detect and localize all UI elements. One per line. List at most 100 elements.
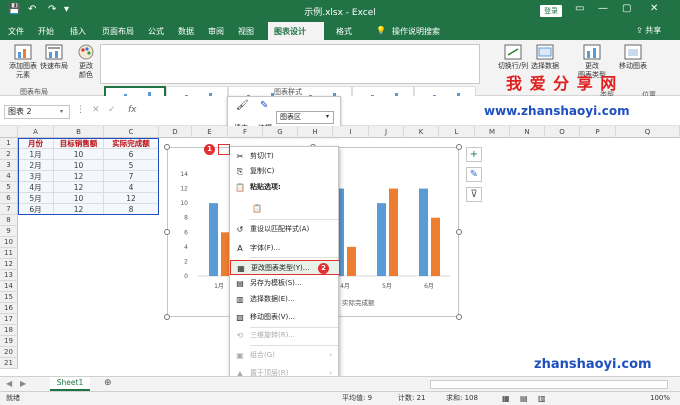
tab-view[interactable]: 视图 <box>238 26 254 37</box>
customize-qat-icon[interactable]: ▾ <box>64 4 69 15</box>
change-colors-button[interactable]: 更改 颜色 <box>74 44 98 80</box>
column-header[interactable]: L <box>439 126 475 138</box>
row-header[interactable]: 7 <box>0 204 18 215</box>
chart-bar[interactable] <box>419 188 428 276</box>
resize-handle[interactable] <box>456 229 462 235</box>
chart-bar[interactable] <box>377 203 386 276</box>
row-header[interactable]: 9 <box>0 226 18 237</box>
column-header[interactable]: E <box>192 126 228 138</box>
tell-me-search[interactable]: 操作说明搜索 <box>392 26 440 37</box>
sheet-tab-sheet1[interactable]: Sheet1 <box>50 377 90 391</box>
name-box-dropdown-icon[interactable]: ▾ <box>60 108 63 115</box>
column-header[interactable]: P <box>580 126 616 138</box>
page-layout-view-icon[interactable]: ▤ <box>520 392 528 405</box>
maximize-icon[interactable]: ▢ <box>622 3 631 14</box>
resize-handle[interactable] <box>456 144 462 150</box>
tab-file[interactable]: 文件 <box>8 26 24 37</box>
row-header[interactable]: 3 <box>0 160 18 171</box>
normal-view-icon[interactable]: ▦ <box>502 392 510 405</box>
column-header[interactable]: C <box>104 126 159 138</box>
share-button[interactable]: ⇪ 共享 <box>636 25 661 36</box>
resize-handle[interactable] <box>164 144 170 150</box>
tab-insert[interactable]: 插入 <box>70 26 86 37</box>
tab-review[interactable]: 审阅 <box>208 26 224 37</box>
cancel-icon[interactable]: ✕ <box>92 105 100 115</box>
menu-save-template[interactable]: ▤ 另存为模板(S)... <box>230 276 340 291</box>
column-header[interactable]: Q <box>616 126 680 138</box>
row-header[interactable]: 1 <box>0 138 18 149</box>
row-header[interactable]: 4 <box>0 171 18 182</box>
select-all-corner[interactable] <box>0 126 18 138</box>
tab-home[interactable]: 开始 <box>38 26 54 37</box>
login-button[interactable]: 登录 <box>540 5 562 17</box>
row-header[interactable]: 10 <box>0 237 18 248</box>
resize-handle[interactable] <box>164 229 170 235</box>
column-header[interactable]: O <box>545 126 580 138</box>
border-icon[interactable]: ✎ <box>260 100 268 111</box>
menu-copy[interactable]: ⎘ 复制(C) <box>230 164 340 179</box>
tab-formulas[interactable]: 公式 <box>148 26 164 37</box>
page-break-view-icon[interactable]: ▥ <box>538 392 546 405</box>
switch-row-column-button[interactable]: 切换行/列 <box>496 44 530 71</box>
menu-paste-options[interactable]: 📋 粘贴选项: <box>230 180 340 195</box>
save-icon[interactable]: 💾 <box>8 4 20 15</box>
row-header[interactable]: 16 <box>0 303 18 314</box>
column-header[interactable]: N <box>510 126 545 138</box>
select-data-button[interactable]: 选择数据 <box>528 44 562 71</box>
resize-handle[interactable] <box>164 314 170 320</box>
chart-bar[interactable] <box>389 188 398 276</box>
tab-page-layout[interactable]: 页面布局 <box>102 26 134 37</box>
row-header[interactable]: 13 <box>0 270 18 281</box>
minimize-icon[interactable]: — <box>598 3 608 14</box>
row-header[interactable]: 18 <box>0 325 18 336</box>
menu-move-chart[interactable]: ▧ 移动图表(V)... <box>230 310 340 325</box>
column-header[interactable]: K <box>404 126 439 138</box>
chart-elements-plus-icon[interactable]: + <box>466 147 482 162</box>
scroll-left-icon[interactable]: ◀ <box>6 379 12 388</box>
legend-label[interactable]: 实际完成额 <box>342 298 375 307</box>
column-header[interactable]: F <box>228 126 263 138</box>
menu-font[interactable]: A 字体(F)... <box>230 241 340 256</box>
row-header[interactable]: 17 <box>0 314 18 325</box>
row-header[interactable]: 8 <box>0 215 18 226</box>
ribbon-options-icon[interactable]: ▭ <box>575 3 584 14</box>
insert-function-icon[interactable]: fx <box>128 105 137 115</box>
chart-element-dropdown-icon[interactable]: ▾ <box>326 113 329 120</box>
redo-icon[interactable]: ↷ <box>48 4 56 15</box>
menu-select-data[interactable]: ▥ 选择数据(E)... <box>230 292 340 307</box>
close-icon[interactable]: ✕ <box>650 3 658 14</box>
row-header[interactable]: 21 <box>0 358 18 369</box>
column-header[interactable]: M <box>475 126 510 138</box>
row-header[interactable]: 11 <box>0 248 18 259</box>
resize-handle[interactable] <box>456 314 462 320</box>
scroll-right-icon[interactable]: ▶ <box>20 379 26 388</box>
menu-reset-style[interactable]: ↺ 重设以匹配样式(A) <box>230 222 340 237</box>
quick-layout-button[interactable]: 快速布局 <box>38 44 70 71</box>
chart-bar[interactable] <box>347 246 356 276</box>
row-header[interactable]: 2 <box>0 149 18 160</box>
row-header[interactable]: 20 <box>0 347 18 358</box>
tab-chart-design[interactable]: 图表设计 <box>268 22 324 40</box>
chart-styles-brush-icon[interactable]: ✎ <box>466 167 482 182</box>
tab-data[interactable]: 数据 <box>178 26 194 37</box>
menu-cut[interactable]: ✂ 剪切(T) <box>230 149 340 164</box>
undo-icon[interactable]: ↶ <box>28 4 36 15</box>
column-header[interactable]: G <box>263 126 298 138</box>
row-header[interactable]: 14 <box>0 281 18 292</box>
enter-icon[interactable]: ✓ <box>108 105 116 115</box>
column-header[interactable]: D <box>159 126 192 138</box>
chart-bar[interactable] <box>209 203 218 276</box>
column-header[interactable]: B <box>54 126 104 138</box>
add-chart-element-button[interactable]: 添加图表 元素 <box>6 44 40 80</box>
row-header[interactable]: 6 <box>0 193 18 204</box>
move-chart-button[interactable]: 移动图表 <box>616 44 650 71</box>
fill-icon[interactable]: 🖌 <box>236 100 249 111</box>
horizontal-scrollbar[interactable] <box>430 380 668 389</box>
column-header[interactable]: I <box>333 126 369 138</box>
column-header[interactable]: H <box>298 126 333 138</box>
row-header[interactable]: 12 <box>0 259 18 270</box>
column-header[interactable]: A <box>18 126 54 138</box>
column-header[interactable]: J <box>369 126 404 138</box>
row-header[interactable]: 15 <box>0 292 18 303</box>
add-sheet-icon[interactable]: ⊕ <box>104 378 112 388</box>
